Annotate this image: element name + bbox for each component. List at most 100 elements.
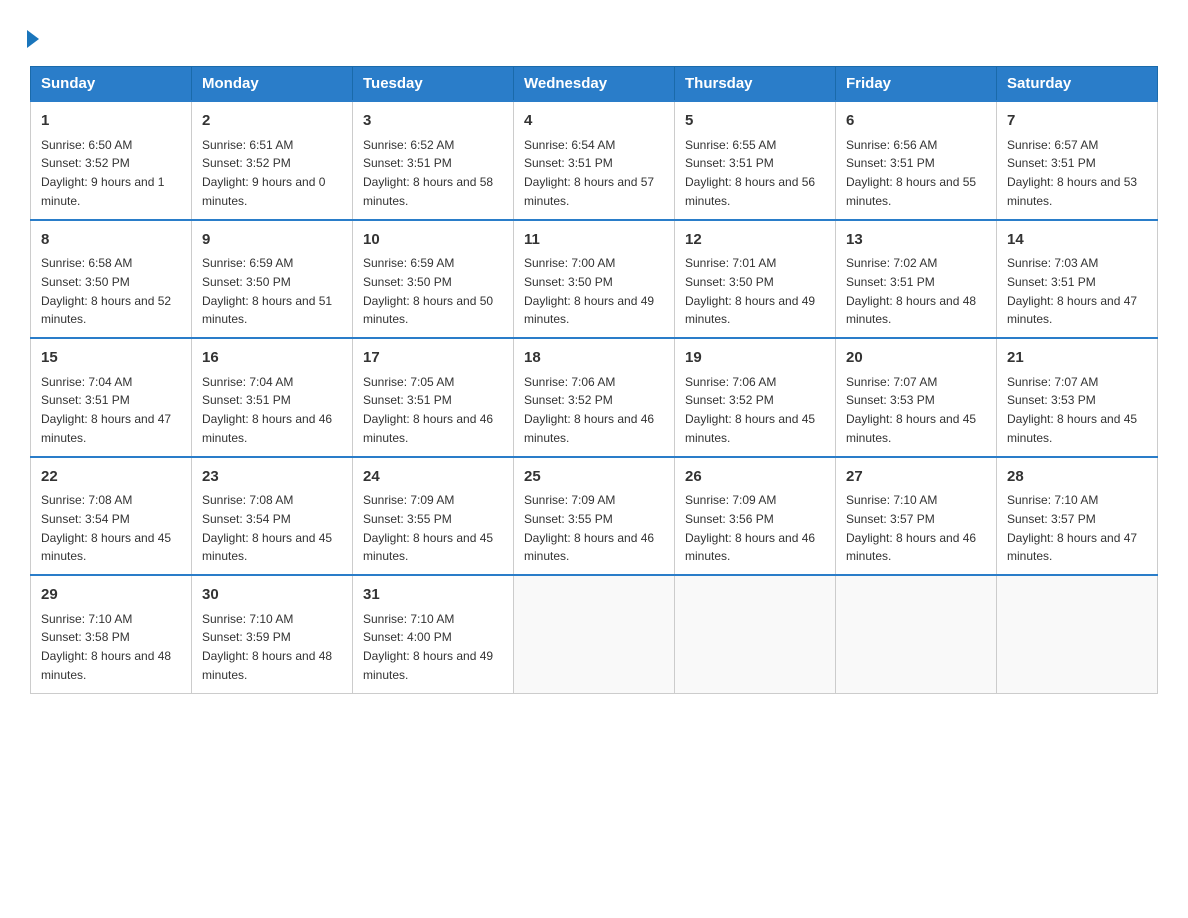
day-number: 5 xyxy=(685,110,825,133)
cell-info: Sunrise: 7:10 AMSunset: 3:59 PMDaylight:… xyxy=(202,612,332,682)
day-number: 28 xyxy=(1007,466,1147,489)
day-number: 29 xyxy=(41,584,181,607)
day-number: 25 xyxy=(524,466,664,489)
cell-info: Sunrise: 7:10 AMSunset: 3:57 PMDaylight:… xyxy=(1007,493,1137,563)
calendar-cell: 16 Sunrise: 7:04 AMSunset: 3:51 PMDaylig… xyxy=(192,338,353,457)
cell-info: Sunrise: 7:02 AMSunset: 3:51 PMDaylight:… xyxy=(846,256,976,326)
calendar-week-row: 1 Sunrise: 6:50 AMSunset: 3:52 PMDayligh… xyxy=(31,101,1158,220)
day-number: 2 xyxy=(202,110,342,133)
calendar-cell: 6 Sunrise: 6:56 AMSunset: 3:51 PMDayligh… xyxy=(836,101,997,220)
calendar-cell: 20 Sunrise: 7:07 AMSunset: 3:53 PMDaylig… xyxy=(836,338,997,457)
day-number: 26 xyxy=(685,466,825,489)
day-number: 11 xyxy=(524,229,664,252)
cell-info: Sunrise: 6:55 AMSunset: 3:51 PMDaylight:… xyxy=(685,138,815,208)
calendar-cell: 22 Sunrise: 7:08 AMSunset: 3:54 PMDaylig… xyxy=(31,457,192,576)
calendar-cell: 31 Sunrise: 7:10 AMSunset: 4:00 PMDaylig… xyxy=(353,575,514,693)
day-number: 19 xyxy=(685,347,825,370)
day-number: 10 xyxy=(363,229,503,252)
cell-info: Sunrise: 7:04 AMSunset: 3:51 PMDaylight:… xyxy=(41,375,171,445)
calendar-cell: 27 Sunrise: 7:10 AMSunset: 3:57 PMDaylig… xyxy=(836,457,997,576)
cell-info: Sunrise: 6:59 AMSunset: 3:50 PMDaylight:… xyxy=(363,256,493,326)
column-header-tuesday: Tuesday xyxy=(353,67,514,102)
calendar-cell: 13 Sunrise: 7:02 AMSunset: 3:51 PMDaylig… xyxy=(836,220,997,339)
logo xyxy=(30,30,39,46)
calendar-cell: 7 Sunrise: 6:57 AMSunset: 3:51 PMDayligh… xyxy=(997,101,1158,220)
calendar-cell: 15 Sunrise: 7:04 AMSunset: 3:51 PMDaylig… xyxy=(31,338,192,457)
page-header xyxy=(30,20,1158,46)
day-number: 24 xyxy=(363,466,503,489)
cell-info: Sunrise: 7:09 AMSunset: 3:55 PMDaylight:… xyxy=(524,493,654,563)
cell-info: Sunrise: 7:06 AMSunset: 3:52 PMDaylight:… xyxy=(685,375,815,445)
calendar-table: SundayMondayTuesdayWednesdayThursdayFrid… xyxy=(30,66,1158,694)
calendar-cell: 3 Sunrise: 6:52 AMSunset: 3:51 PMDayligh… xyxy=(353,101,514,220)
day-number: 9 xyxy=(202,229,342,252)
calendar-cell: 12 Sunrise: 7:01 AMSunset: 3:50 PMDaylig… xyxy=(675,220,836,339)
column-header-saturday: Saturday xyxy=(997,67,1158,102)
calendar-cell: 30 Sunrise: 7:10 AMSunset: 3:59 PMDaylig… xyxy=(192,575,353,693)
calendar-week-row: 29 Sunrise: 7:10 AMSunset: 3:58 PMDaylig… xyxy=(31,575,1158,693)
cell-info: Sunrise: 6:52 AMSunset: 3:51 PMDaylight:… xyxy=(363,138,493,208)
column-header-friday: Friday xyxy=(836,67,997,102)
cell-info: Sunrise: 7:08 AMSunset: 3:54 PMDaylight:… xyxy=(202,493,332,563)
cell-info: Sunrise: 7:10 AMSunset: 3:57 PMDaylight:… xyxy=(846,493,976,563)
calendar-cell: 8 Sunrise: 6:58 AMSunset: 3:50 PMDayligh… xyxy=(31,220,192,339)
cell-info: Sunrise: 6:54 AMSunset: 3:51 PMDaylight:… xyxy=(524,138,654,208)
day-number: 21 xyxy=(1007,347,1147,370)
day-number: 13 xyxy=(846,229,986,252)
column-header-thursday: Thursday xyxy=(675,67,836,102)
cell-info: Sunrise: 6:57 AMSunset: 3:51 PMDaylight:… xyxy=(1007,138,1137,208)
cell-info: Sunrise: 6:59 AMSunset: 3:50 PMDaylight:… xyxy=(202,256,332,326)
calendar-cell xyxy=(514,575,675,693)
day-number: 18 xyxy=(524,347,664,370)
calendar-cell: 9 Sunrise: 6:59 AMSunset: 3:50 PMDayligh… xyxy=(192,220,353,339)
calendar-cell: 19 Sunrise: 7:06 AMSunset: 3:52 PMDaylig… xyxy=(675,338,836,457)
calendar-week-row: 15 Sunrise: 7:04 AMSunset: 3:51 PMDaylig… xyxy=(31,338,1158,457)
calendar-week-row: 22 Sunrise: 7:08 AMSunset: 3:54 PMDaylig… xyxy=(31,457,1158,576)
cell-info: Sunrise: 6:56 AMSunset: 3:51 PMDaylight:… xyxy=(846,138,976,208)
day-number: 30 xyxy=(202,584,342,607)
cell-info: Sunrise: 7:10 AMSunset: 4:00 PMDaylight:… xyxy=(363,612,493,682)
day-number: 27 xyxy=(846,466,986,489)
calendar-cell: 11 Sunrise: 7:00 AMSunset: 3:50 PMDaylig… xyxy=(514,220,675,339)
cell-info: Sunrise: 6:51 AMSunset: 3:52 PMDaylight:… xyxy=(202,138,325,208)
calendar-cell: 29 Sunrise: 7:10 AMSunset: 3:58 PMDaylig… xyxy=(31,575,192,693)
day-number: 4 xyxy=(524,110,664,133)
day-number: 14 xyxy=(1007,229,1147,252)
cell-info: Sunrise: 7:00 AMSunset: 3:50 PMDaylight:… xyxy=(524,256,654,326)
calendar-cell: 4 Sunrise: 6:54 AMSunset: 3:51 PMDayligh… xyxy=(514,101,675,220)
day-number: 12 xyxy=(685,229,825,252)
day-number: 20 xyxy=(846,347,986,370)
day-number: 22 xyxy=(41,466,181,489)
day-number: 31 xyxy=(363,584,503,607)
day-number: 1 xyxy=(41,110,181,133)
day-number: 15 xyxy=(41,347,181,370)
calendar-cell: 10 Sunrise: 6:59 AMSunset: 3:50 PMDaylig… xyxy=(353,220,514,339)
column-header-wednesday: Wednesday xyxy=(514,67,675,102)
calendar-cell: 28 Sunrise: 7:10 AMSunset: 3:57 PMDaylig… xyxy=(997,457,1158,576)
day-number: 16 xyxy=(202,347,342,370)
cell-info: Sunrise: 7:10 AMSunset: 3:58 PMDaylight:… xyxy=(41,612,171,682)
day-number: 7 xyxy=(1007,110,1147,133)
day-number: 3 xyxy=(363,110,503,133)
day-number: 6 xyxy=(846,110,986,133)
cell-info: Sunrise: 7:05 AMSunset: 3:51 PMDaylight:… xyxy=(363,375,493,445)
calendar-cell: 2 Sunrise: 6:51 AMSunset: 3:52 PMDayligh… xyxy=(192,101,353,220)
cell-info: Sunrise: 6:50 AMSunset: 3:52 PMDaylight:… xyxy=(41,138,164,208)
calendar-header-row: SundayMondayTuesdayWednesdayThursdayFrid… xyxy=(31,67,1158,102)
calendar-cell: 17 Sunrise: 7:05 AMSunset: 3:51 PMDaylig… xyxy=(353,338,514,457)
cell-info: Sunrise: 7:09 AMSunset: 3:55 PMDaylight:… xyxy=(363,493,493,563)
cell-info: Sunrise: 7:08 AMSunset: 3:54 PMDaylight:… xyxy=(41,493,171,563)
cell-info: Sunrise: 6:58 AMSunset: 3:50 PMDaylight:… xyxy=(41,256,171,326)
calendar-week-row: 8 Sunrise: 6:58 AMSunset: 3:50 PMDayligh… xyxy=(31,220,1158,339)
calendar-cell: 18 Sunrise: 7:06 AMSunset: 3:52 PMDaylig… xyxy=(514,338,675,457)
calendar-cell: 25 Sunrise: 7:09 AMSunset: 3:55 PMDaylig… xyxy=(514,457,675,576)
cell-info: Sunrise: 7:01 AMSunset: 3:50 PMDaylight:… xyxy=(685,256,815,326)
calendar-cell xyxy=(997,575,1158,693)
logo-arrow-icon xyxy=(27,30,39,48)
cell-info: Sunrise: 7:04 AMSunset: 3:51 PMDaylight:… xyxy=(202,375,332,445)
day-number: 8 xyxy=(41,229,181,252)
calendar-cell: 14 Sunrise: 7:03 AMSunset: 3:51 PMDaylig… xyxy=(997,220,1158,339)
cell-info: Sunrise: 7:07 AMSunset: 3:53 PMDaylight:… xyxy=(846,375,976,445)
calendar-cell: 26 Sunrise: 7:09 AMSunset: 3:56 PMDaylig… xyxy=(675,457,836,576)
cell-info: Sunrise: 7:03 AMSunset: 3:51 PMDaylight:… xyxy=(1007,256,1137,326)
